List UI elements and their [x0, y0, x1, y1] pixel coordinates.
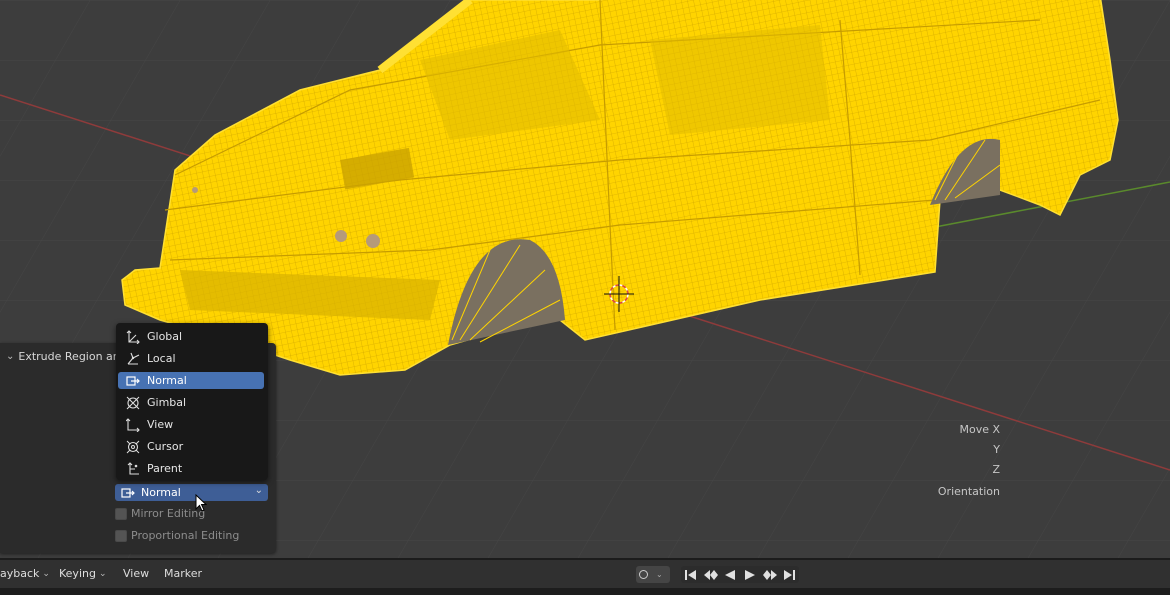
normal-axes-icon	[121, 486, 135, 500]
menu-item-label: Parent	[147, 462, 183, 475]
proportional-editing-checkbox[interactable]: Proportional Editing	[115, 529, 239, 542]
chevron-down-icon: ⌄	[254, 485, 263, 496]
chevron-down-icon: ⌄	[42, 568, 50, 579]
menu-item-cursor[interactable]: Cursor	[118, 438, 264, 455]
marker-menu-label: Marker	[164, 567, 203, 580]
move-x-label: Move X	[959, 423, 1000, 436]
view-menu[interactable]: View	[123, 567, 149, 580]
chevron-down-icon: ⌄	[6, 350, 15, 362]
menu-item-label: Cursor	[147, 440, 184, 453]
menu-item-parent[interactable]: Parent	[118, 460, 264, 477]
mirror-editing-checkbox[interactable]: Mirror Editing	[115, 507, 205, 520]
jump-to-end-icon[interactable]	[779, 566, 799, 583]
checkbox-box[interactable]	[115, 529, 127, 542]
menu-item-view[interactable]: View	[118, 416, 264, 433]
marker-menu[interactable]: Marker	[164, 567, 202, 580]
move-y-label: Y	[993, 443, 1000, 456]
proportional-editing-label: Proportional Editing	[131, 529, 240, 542]
play-icon[interactable]	[740, 566, 760, 583]
record-icon	[639, 570, 648, 579]
global-axes-icon	[126, 329, 140, 344]
move-z-label: Z	[992, 463, 1000, 476]
checkbox-box[interactable]	[115, 507, 127, 520]
panel-title: Extrude Region an	[18, 349, 120, 363]
mouse-pointer-icon	[195, 494, 207, 512]
orientation-value: Normal	[141, 486, 181, 499]
jump-to-next-keyframe-icon[interactable]	[760, 566, 780, 583]
menu-item-global[interactable]: Global	[118, 328, 264, 345]
menu-item-label: View	[147, 418, 174, 431]
menu-item-label: Global	[147, 330, 183, 343]
timeline-body[interactable]	[0, 588, 1170, 595]
keying-menu-label: Keying	[59, 567, 96, 580]
play-reverse-icon[interactable]	[720, 566, 740, 583]
chevron-down-icon: ⌄	[98, 568, 107, 579]
menu-item-normal[interactable]: Normal	[118, 372, 264, 389]
orientation-menu: Global Local Normal Gimbal View Cursor P…	[116, 323, 268, 480]
orientation-label: Orientation	[937, 485, 1000, 498]
keying-menu[interactable]: Keying ⌄	[59, 567, 107, 580]
parent-axes-icon	[126, 461, 140, 476]
jump-to-start-icon[interactable]	[681, 566, 701, 583]
auto-keying-toggle[interactable]: ⌄	[636, 566, 670, 583]
view-menu-label: View	[123, 567, 150, 580]
chevron-down-icon: ⌄	[656, 570, 663, 579]
playback-menu-label: ayback	[0, 567, 40, 580]
local-axes-icon	[126, 352, 140, 366]
view-axes-icon	[126, 417, 140, 432]
menu-item-label: Gimbal	[147, 396, 187, 409]
orientation-dropdown[interactable]: Normal ⌄	[115, 484, 268, 501]
timeline-header: ayback ⌄ Keying ⌄ View Marker ⌄	[0, 560, 1170, 588]
menu-item-local[interactable]: Local	[118, 350, 264, 367]
normal-axes-icon	[126, 374, 140, 388]
menu-item-label: Normal	[147, 374, 187, 387]
playback-controls	[681, 566, 799, 583]
menu-item-label: Local	[147, 352, 176, 365]
playback-menu[interactable]: ayback ⌄	[0, 567, 50, 580]
cursor-axes-icon	[126, 440, 140, 454]
gimbal-icon	[126, 396, 140, 410]
jump-to-previous-keyframe-icon[interactable]	[701, 566, 721, 583]
menu-item-gimbal[interactable]: Gimbal	[118, 394, 264, 411]
panel-header[interactable]: ⌄ Extrude Region an	[6, 349, 120, 363]
